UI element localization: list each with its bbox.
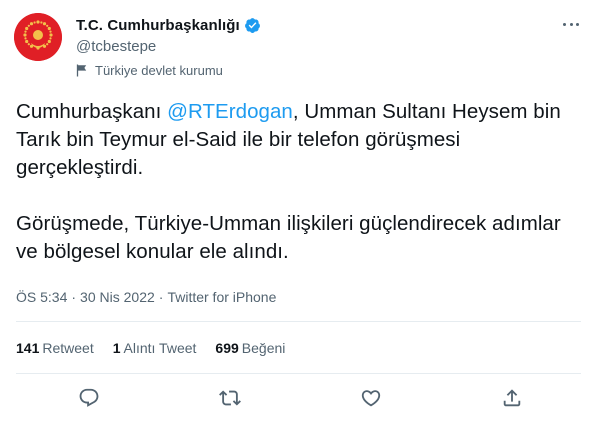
- tweet-paragraph-2: Görüşmede, Türkiye-Umman ilişkileri güçl…: [16, 212, 561, 263]
- dot: [576, 22, 579, 26]
- retweets-stat[interactable]: 141 Retweet: [16, 339, 94, 357]
- flag-icon: [76, 64, 88, 77]
- retweet-icon[interactable]: [219, 387, 241, 409]
- retweets-count: 141: [16, 340, 40, 356]
- verified-badge-icon: [244, 17, 261, 34]
- meta-separator: ·: [71, 289, 77, 305]
- tweet-author: T.C. Cumhurbaşkanlığı @tcbestepe Türkiye…: [76, 16, 261, 79]
- tweet-time[interactable]: ÖS 5:34: [16, 289, 67, 305]
- tweet-card: T.C. Cumhurbaşkanlığı @tcbestepe Türkiye…: [0, 0, 595, 433]
- likes-label: Beğeni: [241, 340, 286, 356]
- display-name[interactable]: T.C. Cumhurbaşkanlığı: [76, 17, 240, 34]
- presidential-seal-icon[interactable]: [14, 13, 62, 61]
- likes-count: 699: [215, 340, 239, 356]
- label-text: Türkiye devlet kurumu: [95, 63, 223, 78]
- author-handle[interactable]: @tcbestepe: [76, 37, 261, 56]
- tweet-text: Cumhurbaşkanı @RTErdogan, Umman Sultanı …: [16, 98, 576, 266]
- more-options-icon[interactable]: [560, 15, 582, 33]
- divider: [16, 321, 581, 322]
- tweet-stats: 141 Retweet 1 Alıntı Tweet 699 Beğeni: [16, 339, 304, 357]
- like-icon[interactable]: [360, 387, 382, 409]
- retweets-label: Retweet: [42, 340, 94, 356]
- action-bar: [0, 387, 595, 411]
- mention-link[interactable]: @RTErdogan: [167, 100, 293, 123]
- reply-icon[interactable]: [78, 387, 100, 409]
- tweet-date[interactable]: 30 Nis 2022: [80, 289, 155, 305]
- quotes-label: Alıntı Tweet: [123, 340, 197, 356]
- meta-separator: ·: [158, 289, 164, 305]
- name-row: T.C. Cumhurbaşkanlığı: [76, 16, 261, 35]
- divider: [16, 373, 581, 374]
- dot: [563, 22, 566, 26]
- tweet-source[interactable]: Twitter for iPhone: [167, 289, 276, 305]
- text-segment: Cumhurbaşkanı: [16, 100, 168, 123]
- government-label: Türkiye devlet kurumu: [76, 62, 261, 79]
- likes-stat[interactable]: 699 Beğeni: [215, 339, 285, 357]
- dot: [569, 22, 573, 26]
- tweet-paragraph-1: Cumhurbaşkanı @RTErdogan, Umman Sultanı …: [16, 98, 576, 182]
- quotes-count: 1: [112, 340, 121, 356]
- share-icon[interactable]: [501, 387, 523, 409]
- tweet-meta: ÖS 5:34 · 30 Nis 2022 · Twitter for iPhone: [16, 288, 276, 306]
- quotes-stat[interactable]: 1 Alıntı Tweet: [113, 339, 197, 357]
